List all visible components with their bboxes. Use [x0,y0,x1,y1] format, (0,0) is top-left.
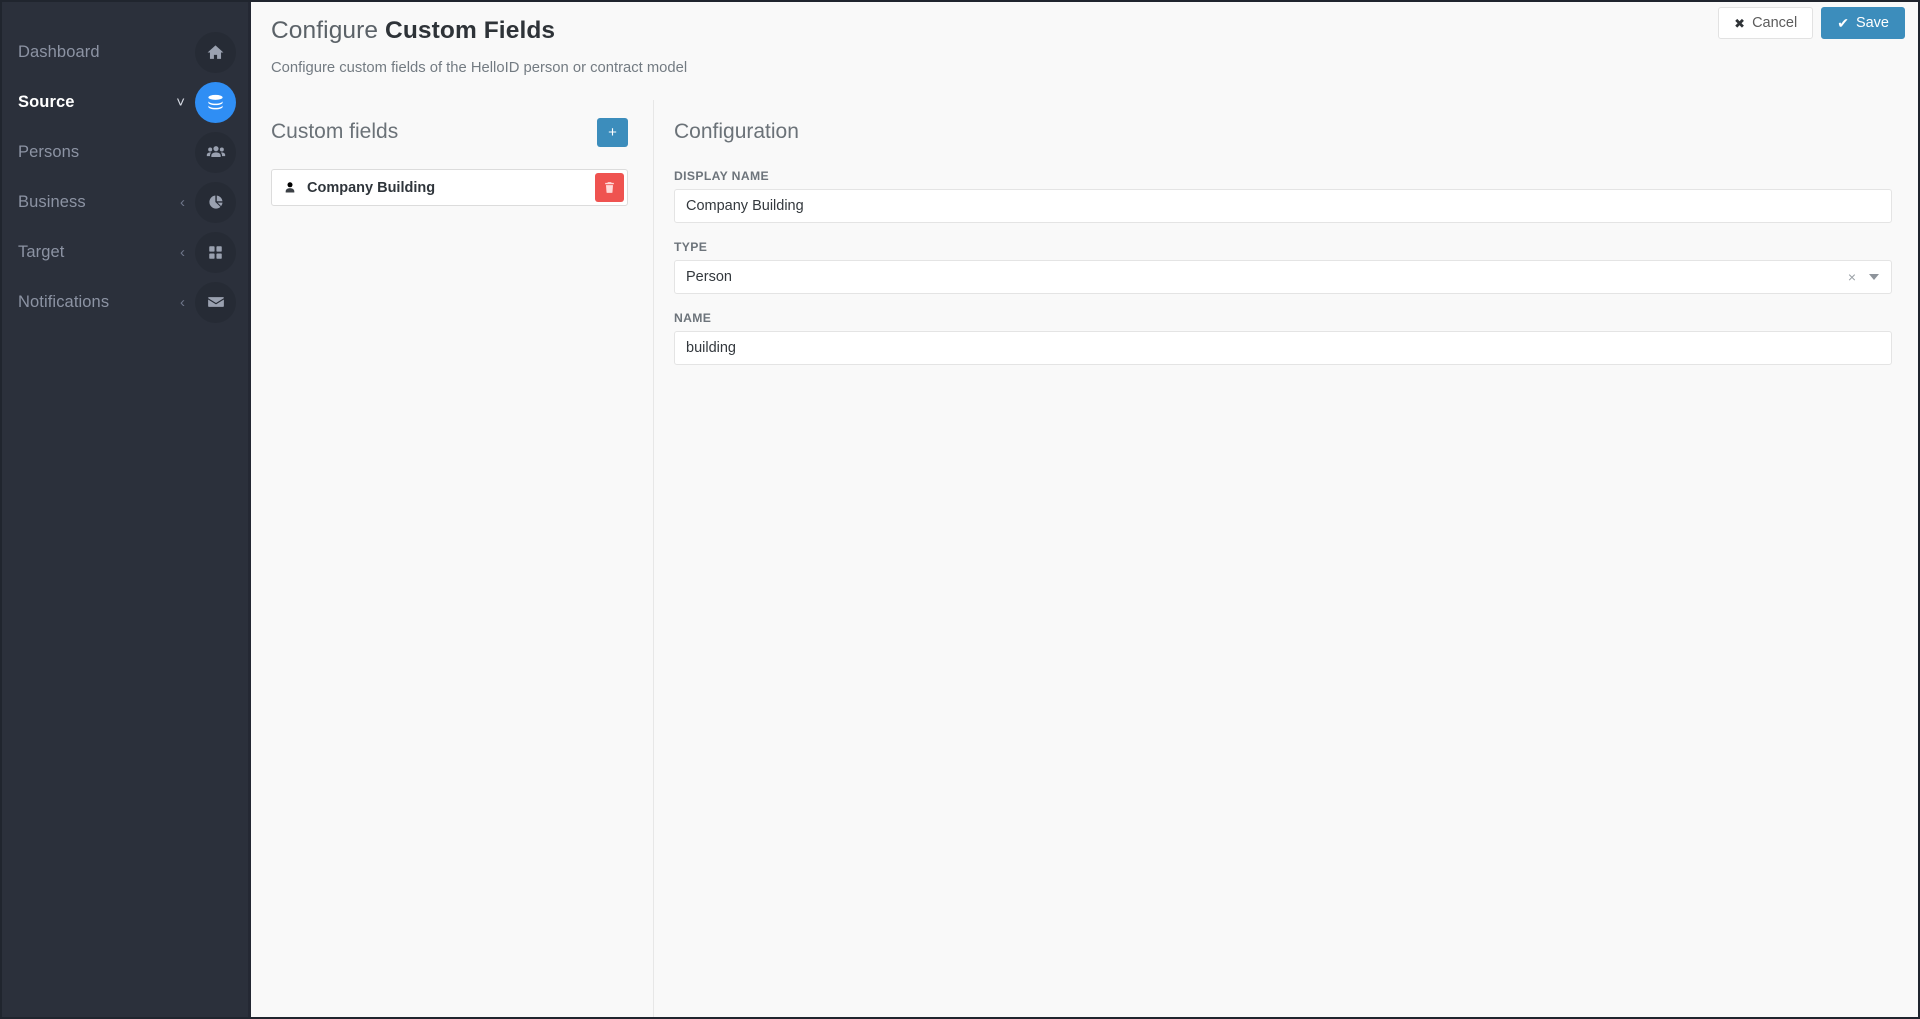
sidebar-item-label: Source [18,92,75,111]
configuration-title: Configuration [674,120,799,143]
sidebar-item-persons[interactable]: Persons [2,127,248,177]
header-actions: ✖ Cancel ✔ Save [1718,7,1905,39]
chevron-down-icon: ˅ [176,93,185,111]
check-icon: ✔ [1837,15,1849,31]
close-icon: ✖ [1734,15,1746,31]
custom-fields-panel: Custom fields + Company Building [251,100,654,1017]
grid-icon [195,231,236,273]
sidebar-item-label: Notifications [18,292,110,311]
display-name-input[interactable] [674,189,1892,223]
envelope-icon [195,281,236,323]
save-button-label: Save [1855,14,1889,31]
sidebar-item-dashboard[interactable]: Dashboard [2,27,248,77]
display-name-label: DISPLAY NAME [674,169,769,183]
chevron-left-icon: ‹ [180,243,185,261]
sidebar: Dashboard Source ˅ Persons Business ‹ Ta… [2,2,251,1017]
sidebar-item-label: Dashboard [18,42,100,61]
home-icon [195,31,236,73]
configuration-panel: Configuration DISPLAY NAME TYPE × NAME [654,100,1918,1017]
type-select-value[interactable] [674,260,1892,294]
type-label: TYPE [674,240,708,254]
chevron-left-icon: ‹ [180,293,185,311]
users-icon [195,131,236,173]
clear-icon[interactable]: × [1848,270,1856,284]
sidebar-item-target[interactable]: Target ‹ [2,227,248,277]
app-window: Dashboard Source ˅ Persons Business ‹ Ta… [0,0,1920,1019]
trash-icon [605,182,614,193]
custom-fields-header: Custom fields + [271,114,628,150]
page-title: Configure Custom Fields [271,16,1918,45]
name-label: NAME [674,311,712,325]
type-group: TYPE × [674,240,1892,294]
chart-pie-icon [195,181,236,223]
name-input[interactable] [674,331,1892,365]
display-name-group: DISPLAY NAME [674,169,1892,223]
chevron-left-icon: ‹ [180,193,185,211]
page-header: Configure Custom Fields Configure custom… [251,2,1918,100]
main-content: Configure Custom Fields Configure custom… [251,2,1918,1017]
list-item[interactable]: Company Building [271,169,628,206]
page-title-strong: Custom Fields [385,17,556,44]
sidebar-item-source[interactable]: Source ˅ [2,77,248,127]
configuration-header: Configuration [674,114,1892,150]
save-button[interactable]: ✔ Save [1821,7,1905,39]
person-icon [283,181,297,195]
sidebar-item-business[interactable]: Business ‹ [2,177,248,227]
content-columns: Custom fields + Company Building Configu… [251,100,1918,1017]
name-group: NAME [674,311,1892,365]
chevron-down-icon[interactable] [1869,274,1879,280]
page-subtitle: Configure custom fields of the HelloID p… [271,60,688,77]
sidebar-item-label: Target [18,242,65,261]
type-select[interactable]: × [674,260,1892,294]
sidebar-item-label: Business [18,192,86,211]
sidebar-item-notifications[interactable]: Notifications ‹ [2,277,248,327]
cancel-button-label: Cancel [1752,14,1798,31]
database-icon [195,81,236,123]
sidebar-item-label: Persons [18,142,80,161]
page-title-prefix: Configure [271,17,386,44]
plus-icon: + [608,123,617,141]
delete-custom-field-button[interactable] [595,173,624,202]
cancel-button[interactable]: ✖ Cancel [1718,7,1814,39]
custom-fields-title: Custom fields [271,120,399,143]
add-custom-field-button[interactable]: + [597,117,628,147]
list-item-label: Company Building [307,179,436,196]
